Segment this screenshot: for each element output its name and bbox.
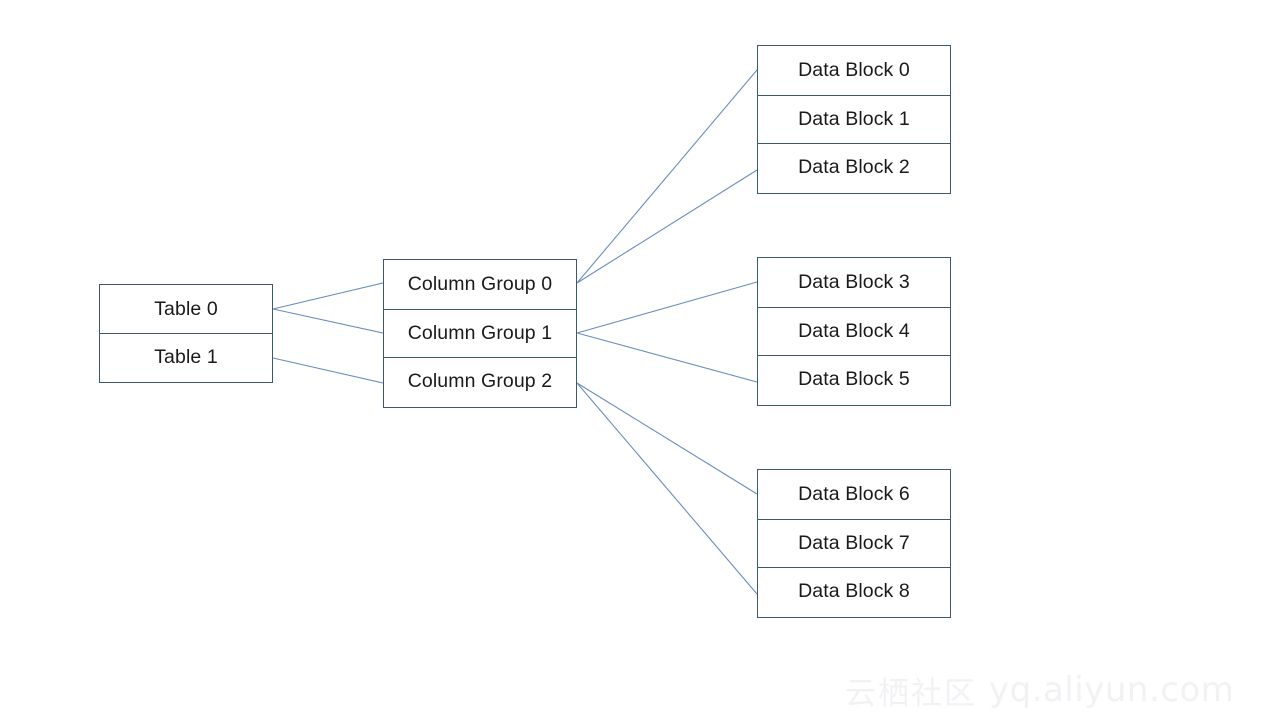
data-block-node-1-label: Data Block 1 <box>798 107 910 130</box>
watermark-cn-text: 云栖社区 <box>845 675 977 712</box>
edge-colgroup0-datablock2 <box>576 169 758 284</box>
data-block-node-3[interactable]: Data Block 3 <box>758 258 950 307</box>
column-group-node-2-label: Column Group 2 <box>407 370 553 393</box>
data-block-node-6[interactable]: Data Block 6 <box>758 470 950 519</box>
edge-colgroup2-datablock6 <box>576 382 758 495</box>
table-node-1[interactable]: Table 1 <box>100 333 272 381</box>
data-block-group-2: Data Block 6 Data Block 7 Data Block 8 <box>757 469 951 618</box>
data-block-node-3-label: Data Block 3 <box>798 270 910 293</box>
data-block-node-5[interactable]: Data Block 5 <box>758 355 950 404</box>
data-block-node-0[interactable]: Data Block 0 <box>758 46 950 95</box>
edge-table1-colgroup2 <box>272 357 384 384</box>
data-block-node-8[interactable]: Data Block 8 <box>758 567 950 616</box>
data-block-node-0-label: Data Block 0 <box>798 58 910 81</box>
column-group-node-1[interactable]: Column Group 1 <box>384 308 576 357</box>
column-group-node-0[interactable]: Column Group 0 <box>384 260 576 309</box>
data-block-node-4[interactable]: Data Block 4 <box>758 306 950 355</box>
tables-group: Table 0 Table 1 <box>99 284 273 383</box>
column-group-node-0-label: Column Group 0 <box>407 272 553 295</box>
data-block-node-6-label: Data Block 6 <box>798 482 910 505</box>
table-node-1-label: Table 1 <box>154 346 218 368</box>
data-block-node-5-label: Data Block 5 <box>798 368 910 391</box>
watermark-en-text: yq.aliyun.com <box>989 670 1235 710</box>
data-block-node-8-label: Data Block 8 <box>798 580 910 603</box>
column-group-node-1-label: Column Group 1 <box>407 321 553 344</box>
edge-colgroup1-datablock5 <box>576 332 758 383</box>
data-block-group-1: Data Block 3 Data Block 4 Data Block 5 <box>757 257 951 406</box>
column-groups-group: Column Group 0 Column Group 1 Column Gro… <box>383 259 577 408</box>
data-block-node-7-label: Data Block 7 <box>798 531 910 554</box>
data-block-node-2[interactable]: Data Block 2 <box>758 143 950 192</box>
diagram-canvas: Table 0 Table 1 Column Group 0 Column Gr… <box>0 0 1280 720</box>
edge-colgroup1-datablock3 <box>576 281 758 334</box>
edge-table0-colgroup1 <box>272 308 384 334</box>
edge-table0-colgroup0 <box>272 282 384 310</box>
edge-colgroup2-datablock8 <box>576 382 758 595</box>
column-group-node-2[interactable]: Column Group 2 <box>384 357 576 406</box>
watermark: 云栖社区 yq.aliyun.com <box>845 668 1265 712</box>
data-block-node-1[interactable]: Data Block 1 <box>758 94 950 143</box>
data-block-node-2-label: Data Block 2 <box>798 156 910 179</box>
data-block-group-0: Data Block 0 Data Block 1 Data Block 2 <box>757 45 951 194</box>
data-block-node-4-label: Data Block 4 <box>798 319 910 342</box>
data-block-node-7[interactable]: Data Block 7 <box>758 518 950 567</box>
table-node-0-label: Table 0 <box>154 297 218 320</box>
table-node-0[interactable]: Table 0 <box>100 285 272 333</box>
edge-colgroup0-datablock0 <box>576 69 758 284</box>
